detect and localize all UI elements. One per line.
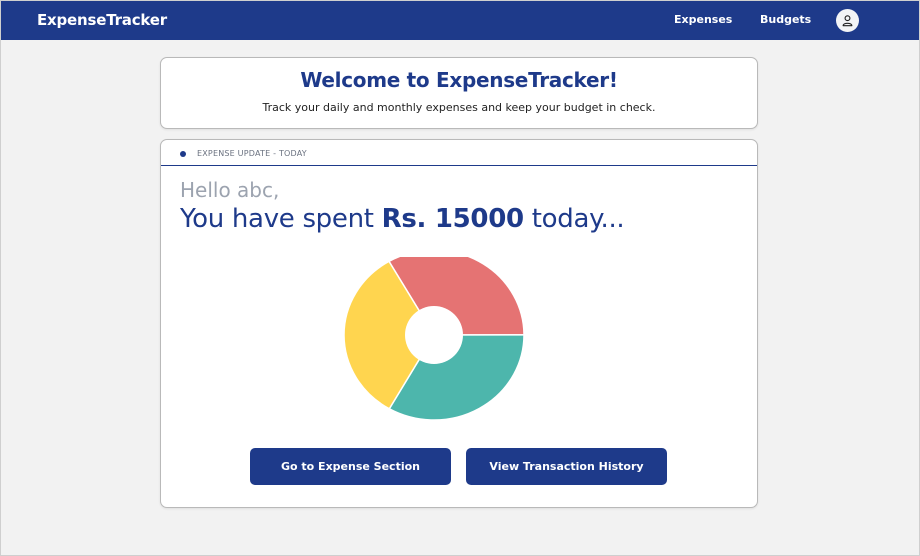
donut-hole bbox=[405, 306, 463, 364]
view-history-button[interactable]: View Transaction History bbox=[466, 448, 667, 485]
spent-amount: Rs. 15000 bbox=[381, 204, 524, 234]
welcome-subtitle: Track your daily and monthly expenses an… bbox=[262, 101, 656, 114]
card-header-label: EXPENSE UPDATE - TODAY bbox=[197, 149, 307, 158]
expense-update-card: EXPENSE UPDATE - TODAY Hello abc, You ha… bbox=[160, 139, 758, 508]
expense-donut-chart bbox=[344, 257, 524, 421]
status-dot-icon bbox=[180, 151, 186, 157]
nav-expenses-link[interactable]: Expenses bbox=[674, 13, 732, 26]
nav-budgets-link[interactable]: Budgets bbox=[760, 13, 811, 26]
go-to-expense-button[interactable]: Go to Expense Section bbox=[250, 448, 451, 485]
greeting-text: Hello abc, bbox=[180, 178, 280, 202]
spent-summary: You have spent Rs. 15000 today... bbox=[180, 204, 625, 234]
spent-prefix: You have spent bbox=[180, 204, 382, 234]
welcome-card: Welcome to ExpenseTracker! Track your da… bbox=[160, 57, 758, 129]
welcome-title: Welcome to ExpenseTracker! bbox=[300, 68, 618, 92]
brand-logo[interactable]: ExpenseTracker bbox=[37, 11, 167, 29]
top-navbar: ExpenseTracker Expenses Budgets bbox=[1, 1, 919, 40]
user-icon bbox=[842, 15, 853, 27]
spent-suffix: today... bbox=[523, 204, 625, 234]
card-header: EXPENSE UPDATE - TODAY bbox=[161, 140, 757, 166]
user-avatar-button[interactable] bbox=[836, 9, 859, 32]
